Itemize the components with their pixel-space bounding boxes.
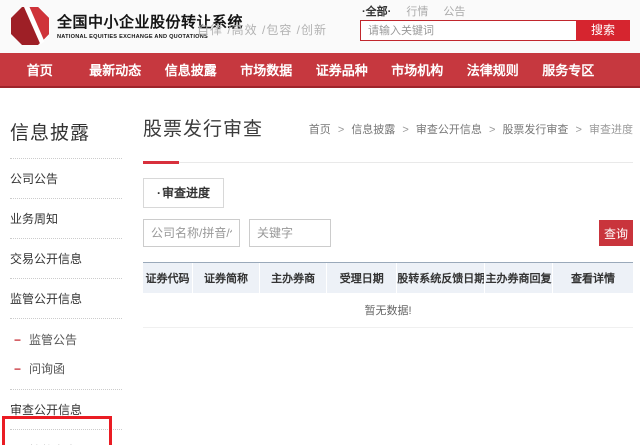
- tab-bullet: ·: [157, 186, 161, 200]
- query-button[interactable]: 查询: [599, 220, 633, 246]
- company-search-input[interactable]: [143, 219, 240, 247]
- header-search-input[interactable]: [360, 20, 576, 41]
- col-sponsor-broker: 主办券商: [260, 263, 327, 293]
- sidebar: 信息披露 公司公告 业务周知 交易公开信息 监管公开信息 − 监管公告 − 问询…: [0, 88, 130, 445]
- nav-item-latest-news[interactable]: 最新动态: [78, 60, 154, 79]
- sidebar-item-business-notices[interactable]: 业务周知: [10, 199, 130, 238]
- tab-review-progress[interactable]: ·审查进度: [143, 178, 224, 208]
- nav-item-info-disclosure[interactable]: 信息披露: [153, 60, 229, 79]
- review-progress-table: 证券代码 证券简称 主办券商 受理日期 股转系统反馈日期 主办券商回复日期 查看…: [143, 262, 633, 328]
- site-header: 全国中小企业股份转让系统 NATIONAL EQUITIES EXCHANGE …: [0, 0, 640, 53]
- col-acceptance-date: 受理日期: [327, 263, 397, 293]
- breadcrumb: 首页 > 信息披露 > 审查公开信息 > 股票发行审查 > 审查进度: [309, 114, 633, 137]
- nav-item-securities[interactable]: 证券品种: [304, 60, 380, 79]
- breadcrumb-separator: >: [338, 124, 344, 136]
- filter-row: 查询: [143, 218, 633, 248]
- sidebar-subitem-inquiry-letters[interactable]: − 问询函: [10, 354, 130, 383]
- brand-slogan: 自律 /高效 /包容 /创新: [197, 21, 327, 38]
- neeq-page: 全国中小企业股份转让系统 NATIONAL EQUITIES EXCHANGE …: [0, 0, 640, 445]
- search-row: 搜索: [360, 20, 632, 41]
- header-search-button[interactable]: 搜索: [576, 20, 630, 41]
- page-title: 股票发行审查: [143, 114, 263, 141]
- search-scope-all[interactable]: ·全部·: [362, 3, 391, 19]
- breadcrumb-separator: >: [576, 124, 582, 136]
- red-accent-bar: [143, 161, 179, 164]
- col-view-details: 查看详情: [553, 263, 633, 293]
- col-security-name: 证券简称: [193, 263, 260, 293]
- col-broker-reply-date: 主办券商回复日期: [485, 263, 553, 293]
- sidebar-subitem-regulatory-announcements[interactable]: − 监管公告: [10, 325, 130, 354]
- sidebar-title: 信息披露: [10, 88, 130, 158]
- tab-label: 审查进度: [162, 186, 210, 200]
- sidebar-subitem-label: 问询函: [29, 360, 65, 377]
- main-navbar: 首页 最新动态 信息披露 市场数据 证券品种 市场机构 法律规则 服务专区: [0, 53, 640, 88]
- nav-item-market-data[interactable]: 市场数据: [229, 60, 305, 79]
- sidebar-subitem-listing-review[interactable]: − 挂牌审查: [10, 436, 130, 445]
- title-divider: [143, 162, 633, 163]
- search-scope-quotes[interactable]: 行情: [406, 3, 428, 19]
- nav-item-legal-rules[interactable]: 法律规则: [455, 60, 531, 79]
- breadcrumb-home[interactable]: 首页: [309, 124, 331, 136]
- keyword-input[interactable]: [249, 219, 331, 247]
- search-scope-tabs: ·全部· 行情 公告: [360, 4, 632, 17]
- sidebar-subitem-label: 监管公告: [29, 331, 77, 348]
- breadcrumb-stock-issuance-review[interactable]: 股票发行审查: [502, 124, 568, 136]
- header-search-area: ·全部· 行情 公告 搜索: [360, 4, 632, 41]
- sidebar-item-regulatory-public-info[interactable]: 监管公开信息: [10, 279, 130, 318]
- sidebar-item-company-announcements[interactable]: 公司公告: [10, 159, 130, 198]
- search-scope-announcements[interactable]: 公告: [443, 3, 465, 19]
- dash-icon: −: [14, 333, 21, 347]
- breadcrumb-current-review-progress: 审查进度: [589, 124, 633, 136]
- breadcrumb-review-public-info[interactable]: 审查公开信息: [416, 124, 482, 136]
- sidebar-item-trading-public-info[interactable]: 交易公开信息: [10, 239, 130, 278]
- breadcrumb-separator: >: [489, 124, 495, 136]
- breadcrumb-info-disclosure[interactable]: 信息披露: [351, 124, 395, 136]
- neeq-logo-icon: [10, 6, 50, 46]
- sidebar-item-review-public-info[interactable]: 审查公开信息: [10, 390, 130, 429]
- main-panel: 股票发行审查 首页 > 信息披露 > 审查公开信息 > 股票发行审查 > 审查进…: [130, 88, 640, 445]
- nav-item-service-zone[interactable]: 服务专区: [531, 60, 607, 79]
- col-security-code: 证券代码: [143, 263, 193, 293]
- dash-icon: −: [14, 362, 21, 376]
- title-row: 股票发行审查 首页 > 信息披露 > 审查公开信息 > 股票发行审查 > 审查进…: [143, 88, 633, 141]
- nav-item-home[interactable]: 首页: [2, 60, 78, 79]
- nav-item-market-institutions[interactable]: 市场机构: [380, 60, 456, 79]
- col-neeq-feedback-date: 股转系统反馈日期: [397, 263, 485, 293]
- breadcrumb-separator: >: [402, 124, 408, 136]
- table-header-row: 证券代码 证券简称 主办券商 受理日期 股转系统反馈日期 主办券商回复日期 查看…: [143, 262, 633, 293]
- table-empty-message: 暂无数据!: [143, 293, 633, 328]
- content-area: 信息披露 公司公告 业务周知 交易公开信息 监管公开信息 − 监管公告 − 问询…: [0, 88, 640, 445]
